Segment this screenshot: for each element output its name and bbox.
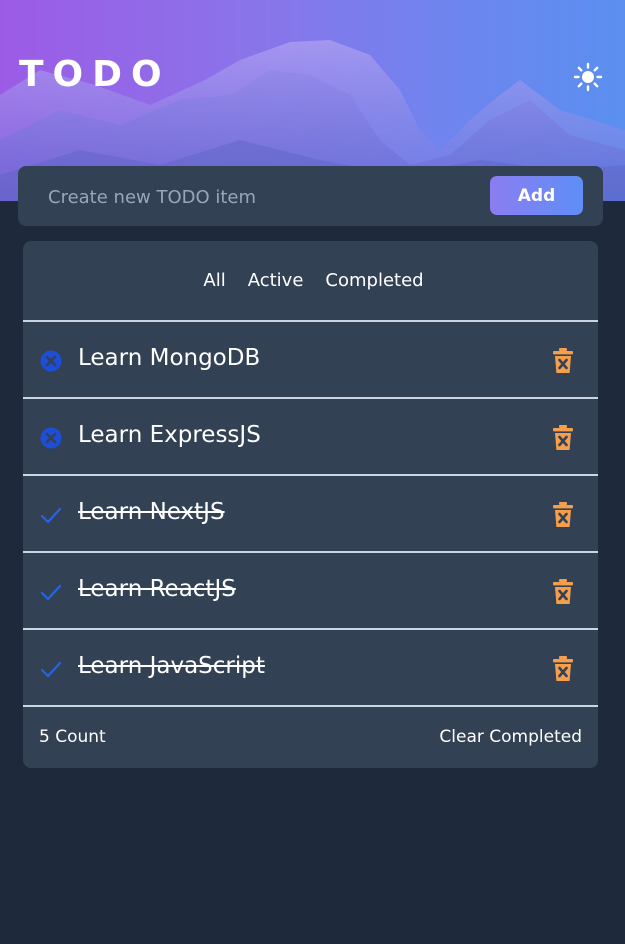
- x-circle-icon[interactable]: [40, 350, 62, 372]
- sun-icon: [573, 62, 603, 92]
- todo-text: Learn MongoDB: [78, 345, 261, 371]
- list-footer: 5 Count Clear Completed: [23, 707, 598, 767]
- todo-text: Learn ExpressJS: [78, 422, 261, 448]
- todo-item: Learn NextJS: [23, 476, 598, 553]
- todo-item: Learn ExpressJS: [23, 399, 598, 476]
- add-button[interactable]: Add: [490, 176, 583, 215]
- tab-all[interactable]: All: [203, 270, 225, 291]
- new-todo-bar: Add: [18, 166, 603, 226]
- x-circle-icon[interactable]: [40, 427, 62, 449]
- trash-icon[interactable]: [553, 502, 573, 528]
- new-todo-input[interactable]: [48, 182, 468, 212]
- theme-toggle-button[interactable]: [573, 62, 603, 92]
- todo-text: Learn ReactJS: [78, 576, 236, 602]
- tab-active[interactable]: Active: [248, 270, 304, 291]
- check-icon[interactable]: [40, 581, 62, 603]
- todo-item: Learn MongoDB: [23, 322, 598, 399]
- check-icon[interactable]: [40, 504, 62, 526]
- app-title: TODO: [19, 54, 171, 95]
- todo-item: Learn JavaScript: [23, 630, 598, 707]
- todo-item: Learn ReactJS: [23, 553, 598, 630]
- check-icon[interactable]: [40, 658, 62, 680]
- tab-completed[interactable]: Completed: [325, 270, 423, 291]
- trash-icon[interactable]: [553, 656, 573, 682]
- todo-text: Learn NextJS: [78, 499, 225, 525]
- filter-tabs: All Active Completed: [23, 241, 598, 322]
- item-count: 5 Count: [39, 727, 106, 747]
- trash-icon[interactable]: [553, 348, 573, 374]
- trash-icon[interactable]: [553, 425, 573, 451]
- todo-text: Learn JavaScript: [78, 653, 265, 679]
- trash-icon[interactable]: [553, 579, 573, 605]
- todo-list-panel: All Active Completed Learn MongoDB Learn…: [23, 241, 598, 768]
- clear-completed-button[interactable]: Clear Completed: [439, 727, 582, 747]
